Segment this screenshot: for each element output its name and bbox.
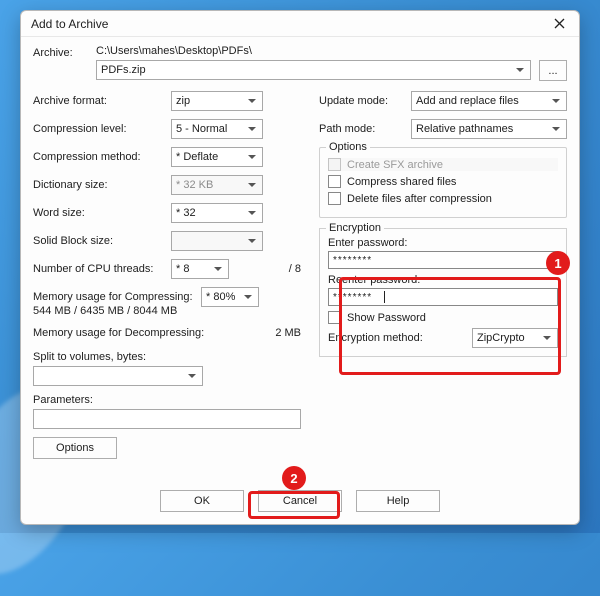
solid-block-size-label: Solid Block size: bbox=[33, 235, 171, 247]
compress-shared-checkbox[interactable]: Compress shared files bbox=[328, 175, 558, 188]
mem-compress-combo[interactable]: * 80% bbox=[201, 287, 259, 307]
add-to-archive-window: Add to Archive Archive: C:\Users\mahes\D… bbox=[20, 10, 580, 525]
checkbox-icon bbox=[328, 175, 341, 188]
annotation-badge-2: 2 bbox=[282, 466, 306, 490]
close-icon bbox=[554, 18, 565, 29]
cpu-threads-label: Number of CPU threads: bbox=[33, 263, 171, 275]
mem-compress-label: Memory usage for Compressing: bbox=[33, 291, 201, 303]
options-button[interactable]: Options bbox=[33, 437, 117, 459]
compression-method-label: Compression method: bbox=[33, 151, 171, 163]
mem-decompress-label: Memory usage for Decompressing: bbox=[33, 327, 221, 339]
split-label: Split to volumes, bytes: bbox=[33, 351, 301, 363]
show-password-checkbox[interactable]: Show Password bbox=[328, 311, 558, 324]
right-column: Update mode: Add and replace files Path … bbox=[319, 91, 567, 459]
compression-method-select[interactable]: * Deflate bbox=[171, 147, 263, 167]
encryption-method-label: Encryption method: bbox=[328, 332, 472, 344]
word-size-combo[interactable]: * 32 bbox=[171, 203, 263, 223]
archive-filename-value: PDFs.zip bbox=[101, 64, 146, 76]
sfx-checkbox: Create SFX archive bbox=[328, 158, 558, 171]
dialog-body: Archive: C:\Users\mahes\Desktop\PDFs\ PD… bbox=[21, 37, 579, 467]
encryption-group: Encryption Enter password: ******** Reen… bbox=[319, 228, 567, 357]
cpu-threads-total: / 8 bbox=[229, 263, 301, 275]
update-mode-select[interactable]: Add and replace files bbox=[411, 91, 567, 111]
mem-decompress-value: 2 MB bbox=[221, 327, 301, 339]
path-mode-select[interactable]: Relative pathnames bbox=[411, 119, 567, 139]
options-legend: Options bbox=[326, 141, 370, 153]
mem-compress-detail: 544 MB / 6435 MB / 8044 MB bbox=[33, 305, 301, 317]
close-button[interactable] bbox=[545, 14, 573, 34]
dictionary-size-label: Dictionary size: bbox=[33, 179, 171, 191]
archive-path-text: C:\Users\mahes\Desktop\PDFs\ bbox=[96, 45, 531, 57]
window-title: Add to Archive bbox=[31, 17, 545, 31]
left-column: Archive format: zip Compression level: 5… bbox=[33, 91, 301, 459]
encryption-legend: Encryption bbox=[326, 222, 384, 234]
reenter-password-input[interactable]: ******** bbox=[328, 288, 558, 306]
dialog-buttons: OK Cancel Help bbox=[21, 490, 579, 512]
solid-block-size-combo[interactable] bbox=[171, 231, 263, 251]
checkbox-icon bbox=[328, 158, 341, 171]
cpu-threads-combo[interactable]: * 8 bbox=[171, 259, 229, 279]
parameters-label: Parameters: bbox=[33, 394, 301, 406]
checkbox-icon bbox=[328, 311, 341, 324]
path-mode-label: Path mode: bbox=[319, 123, 411, 135]
browse-button[interactable]: ... bbox=[539, 60, 567, 81]
enter-password-label: Enter password: bbox=[328, 237, 558, 249]
dictionary-size-combo[interactable]: * 32 KB bbox=[171, 175, 263, 195]
archive-format-select[interactable]: zip bbox=[171, 91, 263, 111]
archive-label: Archive: bbox=[33, 45, 88, 59]
options-group: Options Create SFX archive Compress shar… bbox=[319, 147, 567, 218]
enter-password-input[interactable]: ******** bbox=[328, 251, 558, 269]
cancel-button[interactable]: Cancel bbox=[258, 490, 342, 512]
delete-after-checkbox[interactable]: Delete files after compression bbox=[328, 192, 558, 205]
archive-format-label: Archive format: bbox=[33, 95, 171, 107]
word-size-label: Word size: bbox=[33, 207, 171, 219]
archive-row: Archive: C:\Users\mahes\Desktop\PDFs\ PD… bbox=[33, 45, 567, 81]
parameters-input[interactable] bbox=[33, 409, 301, 429]
titlebar: Add to Archive bbox=[21, 11, 579, 37]
ok-button[interactable]: OK bbox=[160, 490, 244, 512]
encryption-method-select[interactable]: ZipCrypto bbox=[472, 328, 558, 348]
help-button[interactable]: Help bbox=[356, 490, 440, 512]
compression-level-label: Compression level: bbox=[33, 123, 171, 135]
update-mode-label: Update mode: bbox=[319, 95, 411, 107]
reenter-password-label: Reenter password: bbox=[328, 274, 558, 286]
compression-level-select[interactable]: 5 - Normal bbox=[171, 119, 263, 139]
archive-filename-combo[interactable]: PDFs.zip bbox=[96, 60, 531, 80]
split-volumes-combo[interactable] bbox=[33, 366, 203, 386]
checkbox-icon bbox=[328, 192, 341, 205]
